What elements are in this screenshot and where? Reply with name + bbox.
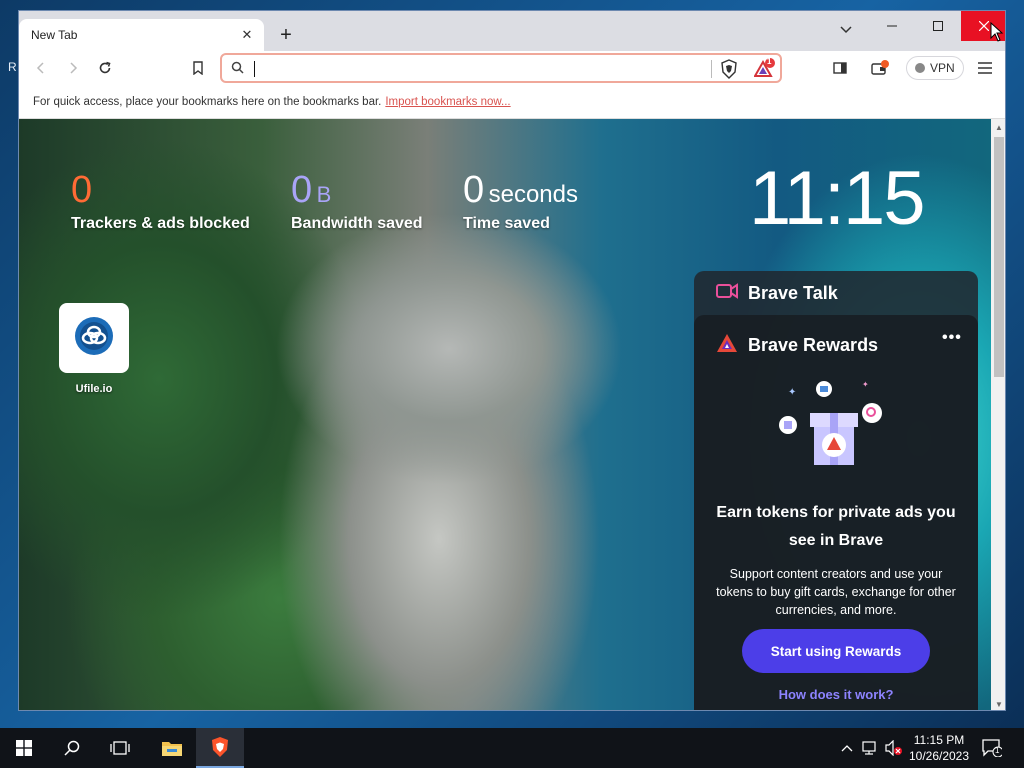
wallet-icon[interactable] (868, 56, 892, 80)
taskbar-clock[interactable]: 11:15 PM 10/26/2023 (904, 732, 974, 764)
start-button[interactable] (0, 728, 48, 768)
vpn-button[interactable]: VPN (906, 56, 964, 80)
new-tab-clock: 11:15 (749, 156, 926, 241)
import-bookmarks-link[interactable]: Import bookmarks now... (385, 96, 510, 108)
bandwidth-label: Bandwidth saved (291, 215, 423, 232)
rewards-badge: 1 (767, 57, 772, 66)
rewards-headline: Earn tokens for private ads you see in B… (716, 504, 956, 549)
time-saved-unit: seconds (488, 181, 578, 208)
stat-trackers: 0 Trackers & ads blocked (71, 171, 250, 233)
bandwidth-value: 0 (291, 169, 313, 211)
ufile-logo-icon (74, 316, 114, 361)
top-site-tile[interactable] (59, 303, 129, 373)
file-explorer-icon[interactable] (148, 728, 196, 768)
address-input[interactable] (252, 59, 702, 79)
rewards-title: Brave Rewards (748, 335, 879, 355)
top-site-label[interactable]: Ufile.io (59, 383, 129, 395)
video-camera-icon (716, 282, 738, 304)
new-tab-page: 0 Trackers & ads blocked 0 B Bandwidth s… (19, 119, 991, 710)
navigation-toolbar: 1 VPN (19, 51, 1005, 85)
search-icon (231, 61, 244, 79)
taskbar-time: 11:15 PM (913, 733, 965, 747)
stat-bandwidth: 0 B Bandwidth saved (291, 171, 423, 233)
svg-text:✦: ✦ (862, 380, 869, 389)
address-bar-divider (711, 60, 712, 78)
vpn-status-icon (915, 63, 925, 73)
bookmark-icon[interactable] (186, 56, 210, 80)
brave-shields-icon[interactable] (720, 59, 738, 84)
bandwidth-unit: B (316, 182, 332, 207)
brave-rewards-icon[interactable]: 1 (753, 57, 776, 85)
text-caret (254, 61, 255, 77)
scrollbar-thumb[interactable] (994, 137, 1004, 377)
brave-talk-title: Brave Talk (748, 282, 838, 303)
vpn-label: VPN (930, 61, 955, 75)
taskbar-search-icon[interactable] (48, 728, 96, 768)
mouse-cursor-icon (990, 21, 1004, 47)
windows-taskbar: 11:15 PM 10/26/2023 1 (0, 728, 1024, 768)
desktop-text-fragment: R (8, 60, 17, 74)
bookmarks-bar-message: For quick access, place your bookmarks h… (33, 95, 382, 108)
maximize-button[interactable] (915, 11, 961, 41)
rewards-header: Brave Rewards (716, 333, 878, 358)
forward-icon[interactable] (61, 56, 85, 80)
trackers-label: Trackers & ads blocked (71, 215, 250, 232)
how-does-it-work-link[interactable]: How does it work? (714, 687, 958, 702)
tab-close-icon[interactable]: ✕ (236, 24, 258, 46)
more-options-icon[interactable]: ••• (942, 329, 962, 347)
rewards-gift-illustration: ✦ ✦ (774, 377, 894, 473)
brave-rewards-card: Brave Rewards ••• ✦ ✦ Earn tokens for pr… (694, 315, 978, 710)
new-tab-button[interactable]: + (275, 24, 297, 46)
notification-count: 1 (995, 746, 1000, 755)
svg-text:✦: ✦ (788, 387, 796, 398)
trackers-count: 0 (71, 169, 93, 211)
show-hidden-icons-chevron-icon[interactable] (837, 738, 857, 758)
time-saved-value: 0 (463, 169, 485, 211)
tab-title: New Tab (31, 28, 78, 42)
scroll-up-arrow-icon[interactable]: ▲ (991, 119, 1005, 135)
stat-time-saved: 0 seconds Time saved (463, 171, 578, 233)
bat-logo-icon (716, 333, 738, 358)
vertical-scrollbar[interactable]: ▲ ▼ (991, 119, 1005, 710)
taskbar-date: 10/26/2023 (908, 749, 970, 763)
sidebar-icon[interactable] (828, 56, 852, 80)
task-view-icon[interactable] (96, 728, 144, 768)
browser-window: New Tab ✕ + 1 VPN For quick access, plac… (18, 10, 1006, 711)
tab-search-chevron-icon[interactable] (835, 19, 857, 41)
volume-muted-icon[interactable] (884, 738, 904, 758)
scroll-down-arrow-icon[interactable]: ▼ (991, 696, 1005, 710)
bookmarks-bar: For quick access, place your bookmarks h… (19, 85, 1005, 119)
network-icon[interactable] (861, 738, 881, 758)
address-bar[interactable]: 1 (220, 53, 782, 83)
menu-icon[interactable] (973, 56, 997, 80)
rewards-description: Support content creators and use your to… (716, 567, 956, 617)
time-saved-label: Time saved (463, 215, 550, 232)
brave-talk-card[interactable]: Brave Talk (694, 271, 978, 315)
brave-widget-stack: Brave Talk Brave Rewards ••• ✦ ✦ Earn to… (694, 271, 978, 710)
brave-taskbar-icon[interactable] (196, 728, 244, 768)
back-icon[interactable] (29, 56, 53, 80)
start-using-rewards-button[interactable]: Start using Rewards (742, 629, 930, 673)
tab-strip: New Tab ✕ + (19, 11, 1005, 51)
notification-center-icon[interactable]: 1 (982, 738, 1002, 758)
minimize-button[interactable] (869, 11, 915, 41)
reload-icon[interactable] (93, 56, 117, 80)
tab-new-tab[interactable]: New Tab ✕ (19, 19, 264, 51)
